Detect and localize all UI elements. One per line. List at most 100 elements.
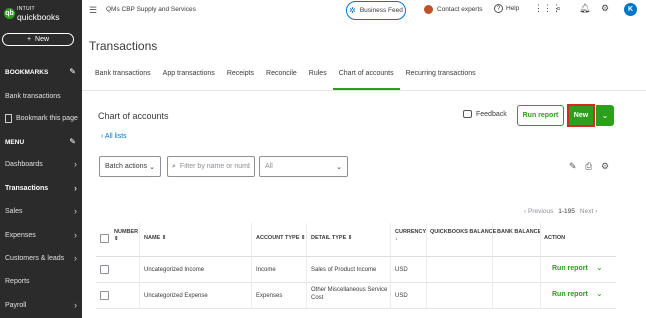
account-type: Income: [256, 267, 276, 273]
pagination: ‹ Previous 1-195 Next ›: [524, 208, 597, 215]
column-divider: [390, 223, 391, 309]
menu-toggle-icon[interactable]: ☰: [89, 5, 97, 16]
new-dropdown-chevron-icon[interactable]: ⌄: [596, 105, 614, 126]
select-all-checkbox[interactable]: [100, 234, 109, 243]
header-account-type[interactable]: ACCOUNT TYPE ⇕: [256, 235, 306, 242]
help-button[interactable]: ? Help: [494, 4, 519, 13]
sidebar: qb INTUIT quickbooks + New BOOKMARKS ✎ B…: [0, 0, 82, 318]
user-avatar[interactable]: K: [624, 3, 637, 16]
tab-bank-transactions[interactable]: Bank transactions: [89, 70, 157, 90]
tab-recurring-transactions[interactable]: Recurring transactions: [400, 70, 482, 90]
feedback-icon: [463, 110, 472, 118]
contact-experts-button[interactable]: Contact experts: [424, 5, 483, 14]
account-name[interactable]: Uncategorized Expense: [144, 292, 208, 300]
sidebar-item-label: Bank transactions: [5, 92, 61, 100]
quickbooks-logo[interactable]: qb INTUIT quickbooks: [4, 5, 60, 21]
account-filter-select[interactable]: All ⌄: [259, 156, 348, 177]
batch-actions-label: Batch actions: [105, 163, 148, 170]
sidebar-item-sales[interactable]: Sales ›: [0, 200, 82, 222]
tabs-divider: [82, 90, 646, 91]
feedback-button[interactable]: Feedback: [463, 110, 507, 118]
table-settings-gear-icon[interactable]: ⚙: [601, 161, 609, 172]
tab-bar: Bank transactions App transactions Recei…: [89, 70, 482, 90]
business-feed-button[interactable]: ✲ Business Feed: [346, 1, 406, 20]
table-row: Uncategorized Income Income Sales of Pro…: [96, 257, 616, 283]
tab-app-transactions[interactable]: App transactions: [157, 70, 221, 90]
next-page-button[interactable]: Next ›: [580, 208, 597, 215]
tab-receipts[interactable]: Receipts: [221, 70, 260, 90]
tab-reconcile[interactable]: Reconcile: [260, 70, 303, 90]
row-checkbox[interactable]: [100, 291, 109, 300]
new-button-label: New: [35, 36, 50, 43]
gear-icon[interactable]: ⚙: [601, 3, 609, 14]
tab-chart-of-accounts[interactable]: Chart of accounts: [332, 70, 400, 90]
tab-rules[interactable]: Rules: [303, 70, 333, 90]
row-checkbox[interactable]: [100, 265, 109, 274]
all-lists-link[interactable]: ‹ All lists: [101, 133, 127, 140]
sidebar-item-reports[interactable]: Reports: [0, 270, 82, 292]
run-report-button[interactable]: Run report: [517, 105, 564, 126]
sidebar-item-label: Dashboards: [5, 160, 43, 168]
sidebar-item-label: Expenses: [5, 231, 36, 239]
sidebar-item-label: Transactions: [5, 184, 49, 192]
bookmarks-heading: BOOKMARKS: [5, 69, 49, 76]
search-placeholder: Filter by name or number: [179, 163, 250, 170]
header-quickbooks-balance[interactable]: QUICKBOOKS BALANCE: [430, 229, 496, 236]
header-bank-balance[interactable]: BANK BALANCE: [497, 229, 541, 236]
column-divider: [306, 223, 307, 309]
table-row: Uncategorized Expense Expenses Other Mis…: [96, 283, 616, 309]
expert-avatar-icon: [424, 5, 433, 14]
bookmark-icon: [5, 113, 12, 123]
account-type: Expenses: [256, 293, 283, 299]
sidebar-item-label: Sales: [5, 207, 23, 215]
sidebar-item-customers-leads[interactable]: Customers & leads ›: [0, 247, 82, 269]
filter-value: All: [265, 163, 273, 170]
row-run-report-link[interactable]: Run report: [552, 291, 588, 298]
qb-logo-icon: qb: [4, 7, 15, 19]
batch-actions-dropdown[interactable]: Batch actions ⌄: [99, 156, 161, 177]
chevron-right-icon: ›: [74, 159, 77, 169]
all-lists-label: All lists: [104, 133, 127, 140]
page-title: Transactions: [89, 39, 158, 53]
filter-search-input[interactable]: ⌕ Filter by name or number: [167, 156, 255, 177]
plus-icon: +: [26, 36, 32, 43]
company-name: QMs CBP Supply and Services: [106, 6, 196, 13]
row-action-chevron-icon[interactable]: ⌄: [596, 263, 603, 272]
account-name[interactable]: Uncategorized Income: [144, 266, 204, 274]
sidebar-item-transactions[interactable]: Transactions ›: [0, 177, 82, 199]
help-label: Help: [506, 5, 520, 12]
print-icon[interactable]: ⎙: [585, 161, 592, 172]
previous-page-button[interactable]: ‹ Previous: [524, 208, 553, 215]
contact-experts-label: Contact experts: [437, 6, 483, 13]
chevron-right-icon: ›: [74, 253, 77, 263]
bell-icon[interactable]: 🔔︎: [579, 3, 590, 14]
row-action-chevron-icon[interactable]: ⌄: [596, 289, 603, 298]
sidebar-item-payroll[interactable]: Payroll ›: [0, 294, 82, 316]
header-action: ACTION: [544, 235, 566, 241]
sidebar-item-label: Customers & leads: [5, 254, 65, 262]
column-divider: [426, 223, 427, 309]
new-account-button[interactable]: New: [567, 104, 595, 127]
edit-bookmarks-pencil-icon[interactable]: ✎: [69, 67, 76, 76]
edit-menu-pencil-icon[interactable]: ✎: [69, 137, 76, 146]
header-name[interactable]: NAME ⇕: [144, 235, 166, 242]
sidebar-new-button[interactable]: + New: [2, 33, 74, 46]
row-run-report-link[interactable]: Run report: [552, 265, 588, 272]
sidebar-item-label: Reports: [5, 277, 30, 285]
sidebar-item-bookmark-page[interactable]: Bookmark this page: [0, 107, 82, 129]
chevron-right-icon: ›: [74, 230, 77, 240]
chevron-right-icon: ›: [74, 300, 77, 310]
header-detail-type[interactable]: DETAIL TYPE ⇕: [311, 235, 352, 242]
sidebar-item-expenses[interactable]: Expenses ›: [0, 224, 82, 246]
header-currency[interactable]: CURRENCY ↓: [395, 229, 426, 243]
sidebar-item-bank-transactions[interactable]: Bank transactions: [0, 85, 82, 107]
menu-heading: MENU: [5, 139, 25, 146]
edit-pencil-icon[interactable]: ✎: [569, 161, 577, 172]
header-number[interactable]: NUMBER ⇕: [114, 229, 138, 243]
chevron-right-icon: ›: [74, 206, 77, 216]
sparkle-icon: ✲: [349, 6, 356, 15]
search-icon[interactable]: ⌕: [556, 3, 561, 14]
sidebar-item-dashboards[interactable]: Dashboards ›: [0, 153, 82, 175]
logo-product: quickbooks: [17, 12, 60, 22]
column-divider: [540, 223, 541, 309]
